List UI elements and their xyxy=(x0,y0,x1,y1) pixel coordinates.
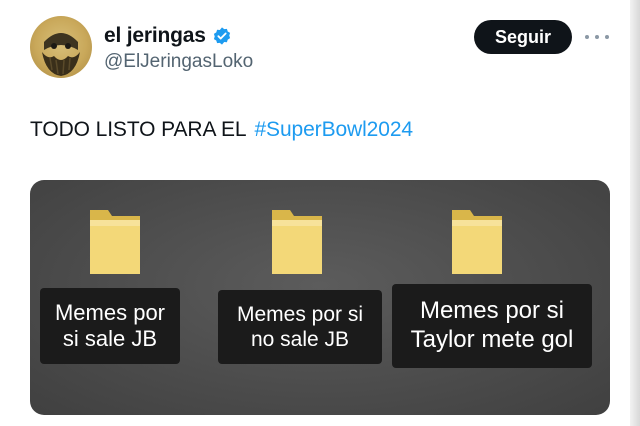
verified-badge-icon xyxy=(213,27,230,45)
author-name-row: el jeringas xyxy=(104,24,232,48)
page-edge xyxy=(630,0,640,426)
tweet-text: TODO LISTO PARA EL #SuperBowl2024 xyxy=(30,118,413,142)
avatar[interactable] xyxy=(30,16,92,78)
tweet-media-image[interactable]: Memes por si sale JB Memes por si no sal… xyxy=(30,180,610,415)
avatar-face-icon xyxy=(42,33,80,76)
folder-label: Memes por si sale JB xyxy=(40,288,180,364)
folder-label: Memes por si Taylor mete gol xyxy=(392,284,592,368)
author-handle[interactable]: @ElJeringasLoko xyxy=(104,51,253,73)
hashtag-link[interactable]: #SuperBowl2024 xyxy=(254,118,413,141)
folder-label: Memes por si no sale JB xyxy=(218,290,382,364)
folder-icon xyxy=(452,210,502,274)
folder-icon xyxy=(272,210,322,274)
folder-icon xyxy=(90,210,140,274)
tweet-body: TODO LISTO PARA EL xyxy=(30,118,247,141)
follow-button[interactable]: Seguir xyxy=(474,20,572,54)
display-name[interactable]: el jeringas xyxy=(104,24,206,48)
more-horizontal-icon[interactable] xyxy=(585,28,609,46)
